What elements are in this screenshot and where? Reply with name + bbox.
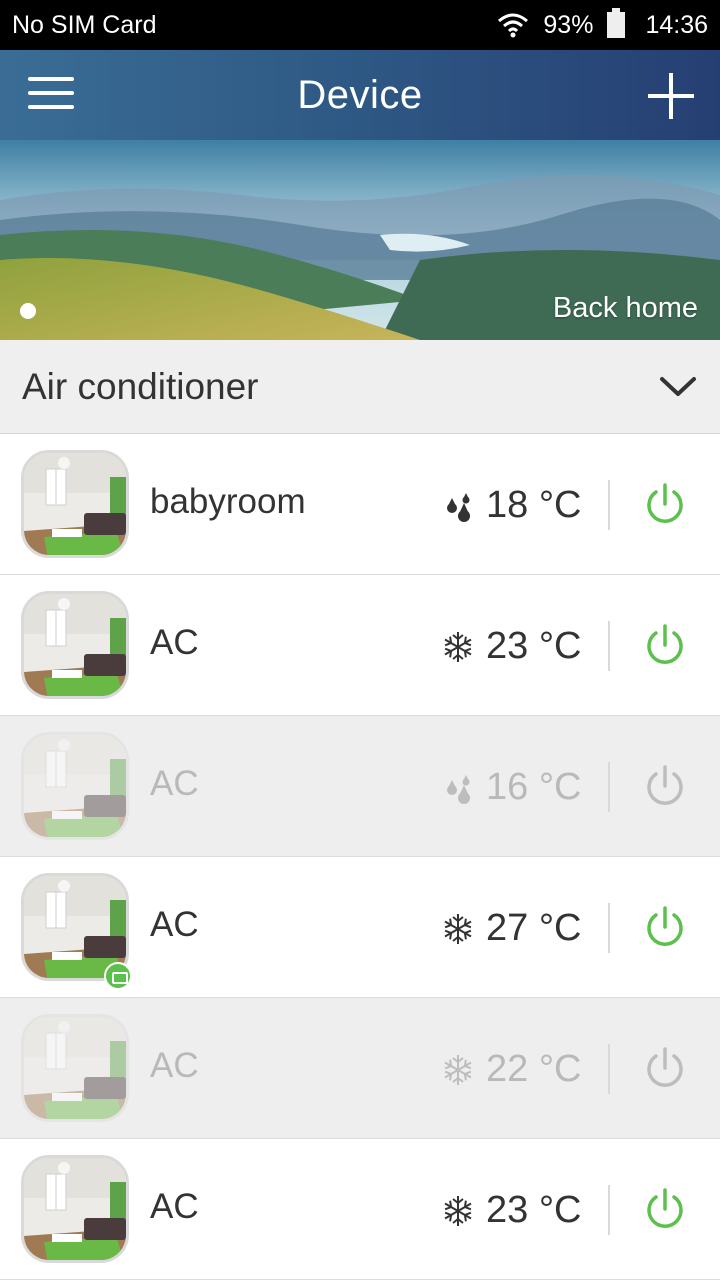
online-badge-icon	[104, 962, 132, 990]
category-title: Air conditioner	[22, 365, 259, 407]
power-button[interactable]	[642, 482, 688, 528]
power-button[interactable]	[642, 623, 688, 669]
temperature: 18 °C	[486, 484, 582, 526]
battery-icon	[607, 8, 626, 38]
divider	[608, 1185, 610, 1235]
temperature: 27 °C	[486, 907, 582, 949]
battery-percent: 93%	[543, 10, 594, 39]
device-row[interactable]: AC 27 °C	[0, 857, 720, 998]
page-title: Device	[297, 72, 423, 117]
carrier-label: No SIM Card	[12, 10, 157, 39]
room-thumbnail	[21, 1014, 129, 1122]
device-row[interactable]: AC 23 °C	[0, 1139, 720, 1280]
room-thumbnail	[21, 732, 129, 840]
device-row[interactable]: AC 16 °C	[0, 716, 720, 857]
power-button[interactable]	[642, 905, 688, 951]
device-row[interactable]: AC 22 °C	[0, 998, 720, 1139]
status-bar: No SIM Card 93% 14:36	[0, 0, 720, 50]
clock: 14:36	[645, 10, 708, 39]
power-button[interactable]	[642, 1187, 688, 1233]
hamburger-menu-icon[interactable]	[28, 77, 74, 113]
device-row[interactable]: AC 23 °C	[0, 575, 720, 716]
temperature: 23 °C	[486, 625, 582, 667]
temperature: 16 °C	[486, 766, 582, 808]
divider	[608, 903, 610, 953]
category-header[interactable]: Air conditioner	[0, 340, 720, 434]
divider	[608, 1044, 610, 1094]
device-list: babyroom 18 °C AC 23 °C AC 16 °C AC 27 °…	[0, 434, 720, 1280]
drops-icon	[447, 493, 470, 522]
snowflake-icon	[444, 1196, 472, 1226]
device-name: AC	[150, 764, 199, 803]
power-button[interactable]	[642, 764, 688, 810]
app-header: Device	[0, 50, 720, 140]
temperature: 23 °C	[486, 1189, 582, 1231]
device-name: AC	[150, 1187, 199, 1226]
temperature: 22 °C	[486, 1048, 582, 1090]
device-name: babyroom	[150, 482, 306, 521]
back-home-link[interactable]: Back home	[553, 292, 698, 325]
snowflake-icon	[444, 914, 472, 944]
carousel-indicator[interactable]	[20, 303, 36, 319]
wifi-icon	[497, 12, 529, 38]
divider	[608, 762, 610, 812]
add-device-button[interactable]	[648, 73, 694, 119]
room-thumbnail	[21, 591, 129, 699]
divider	[608, 621, 610, 671]
device-name: AC	[150, 1046, 199, 1085]
snowflake-icon	[444, 1055, 472, 1085]
device-name: AC	[150, 905, 199, 944]
room-thumbnail	[21, 1155, 129, 1263]
divider	[608, 480, 610, 530]
device-name: AC	[150, 623, 199, 662]
room-thumbnail	[21, 450, 129, 558]
device-row[interactable]: babyroom 18 °C	[0, 434, 720, 575]
chevron-down-icon	[660, 376, 696, 396]
power-button[interactable]	[642, 1046, 688, 1092]
snowflake-icon	[444, 632, 472, 662]
drops-icon	[447, 775, 470, 804]
